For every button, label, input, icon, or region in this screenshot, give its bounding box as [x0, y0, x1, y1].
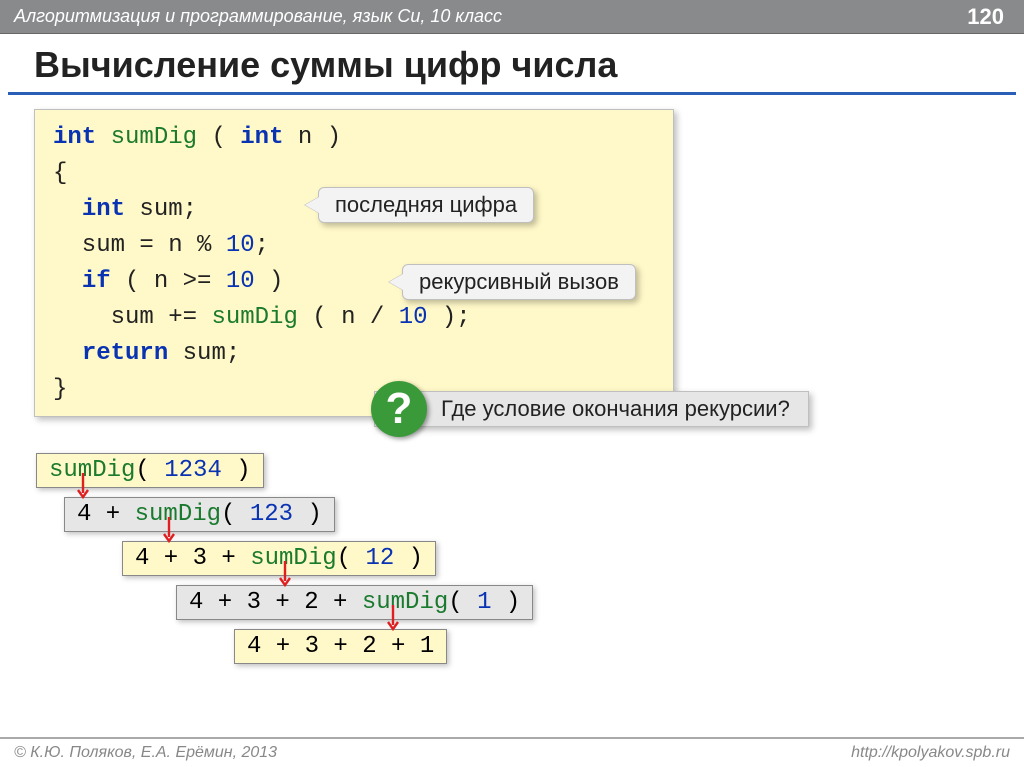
kw-int: int	[53, 124, 96, 151]
code-text: sum +=	[53, 304, 211, 331]
callout-last-digit: последняя цифра	[318, 187, 534, 223]
callout-text: последняя цифра	[335, 192, 517, 217]
code-text: (	[448, 589, 477, 616]
code-block: int sumDig ( int n ) { int sum; sum = n …	[34, 109, 674, 417]
num-literal: 1234	[164, 457, 222, 484]
slide-title: Вычисление суммы цифр числа	[34, 44, 1024, 86]
trace-step-1: sumDig( 1234 )	[36, 453, 264, 488]
code-text: )	[394, 545, 423, 572]
code-text: )	[222, 457, 251, 484]
code-text: ;	[255, 232, 269, 259]
code-text: );	[428, 304, 471, 331]
code-text: ( n >=	[111, 268, 226, 295]
code-text: (	[135, 457, 164, 484]
num-literal: 123	[250, 501, 293, 528]
question-text: Где условие окончания рекурсии?	[441, 396, 790, 421]
trace-step-4: 4 + 3 + 2 + sumDig( 1 )	[176, 585, 533, 620]
callout-recursive-call: рекурсивный вызов	[402, 264, 636, 300]
kw-int: int	[240, 124, 283, 151]
code-text: )	[491, 589, 520, 616]
site-url-text: http://kpolyakov.spb.ru	[851, 744, 1010, 762]
fn-sumdig: sumDig	[211, 304, 297, 331]
fn-sumdig: sumDig	[362, 589, 448, 616]
num-literal: 10	[399, 304, 428, 331]
callout-text: рекурсивный вызов	[419, 269, 619, 294]
fn-sumdig: sumDig	[135, 501, 221, 528]
fn-sumdig: sumDig	[111, 124, 197, 151]
code-text: {	[53, 160, 67, 187]
slide-footer: © К.Ю. Поляков, Е.А. Ерёмин, 2013 http:/…	[0, 737, 1024, 767]
code-text: sum;	[125, 196, 197, 223]
slide-header: Алгоритмизация и программирование, язык …	[0, 0, 1024, 34]
code-text: ( n /	[298, 304, 399, 331]
code-text: }	[53, 376, 67, 403]
code-text: sum;	[168, 340, 240, 367]
kw-if: if	[82, 268, 111, 295]
code-text: (	[337, 545, 366, 572]
code-text: 4 + 3 + 2 +	[189, 589, 362, 616]
code-text: 4 + 3 +	[135, 545, 250, 572]
num-literal: 12	[365, 545, 394, 572]
code-text: (	[197, 124, 240, 151]
question-mark-icon: ?	[371, 381, 427, 437]
kw-return: return	[82, 340, 168, 367]
num-literal: 10	[226, 232, 255, 259]
content-area: int sumDig ( int n ) { int sum; sum = n …	[34, 109, 1024, 417]
code-text: )	[255, 268, 284, 295]
fn-sumdig: sumDig	[49, 457, 135, 484]
page-number: 120	[967, 4, 1004, 30]
code-text: )	[293, 501, 322, 528]
title-underline	[8, 92, 1016, 95]
num-literal: 10	[226, 268, 255, 295]
trace-step-5: 4 + 3 + 2 + 1	[234, 629, 447, 664]
code-text: 4 + 3 + 2 + 1	[247, 633, 434, 660]
trace-step-3: 4 + 3 + sumDig( 12 )	[122, 541, 436, 576]
code-text: sum = n %	[53, 232, 226, 259]
copyright-text: © К.Ю. Поляков, Е.А. Ерёмин, 2013	[14, 744, 277, 762]
code-text: 4 +	[77, 501, 135, 528]
fn-sumdig: sumDig	[250, 545, 336, 572]
code-text: n )	[283, 124, 341, 151]
course-text: Алгоритмизация и программирование, язык …	[14, 6, 502, 27]
code-text: (	[221, 501, 250, 528]
trace-step-2: 4 + sumDig( 123 )	[64, 497, 335, 532]
question-box: ? Где условие окончания рекурсии?	[374, 391, 809, 427]
num-literal: 1	[477, 589, 491, 616]
kw-int: int	[82, 196, 125, 223]
